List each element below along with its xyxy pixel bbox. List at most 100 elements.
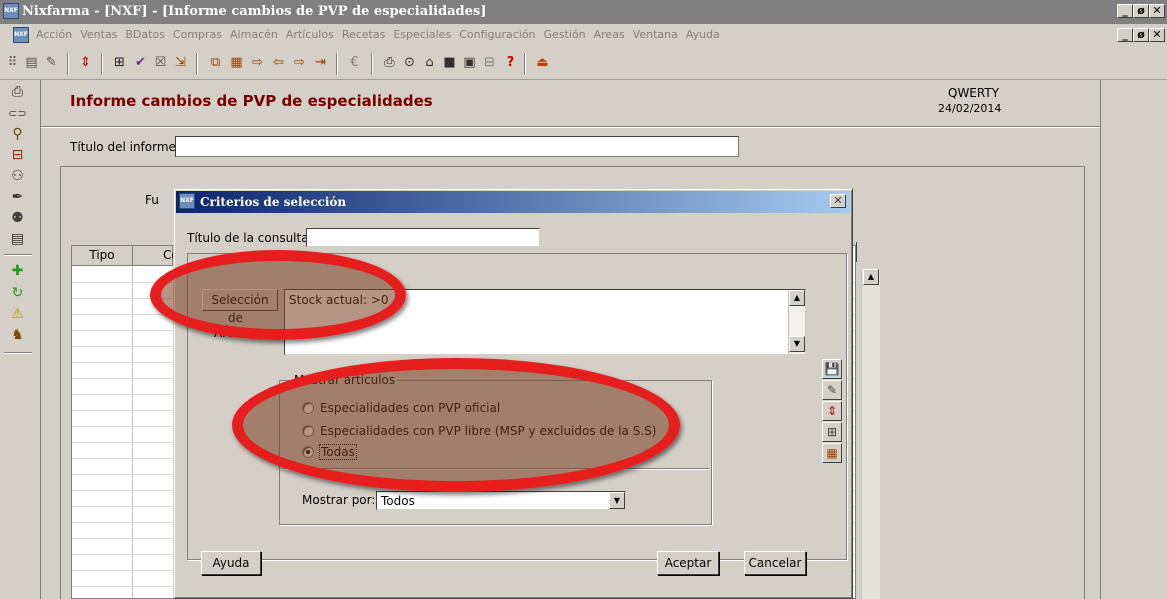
- link-icon[interactable]: ⊂⊃: [8, 105, 26, 122]
- main-toolbar: ⠿ ▤ ✎ ⇕ ⊞ ✔ ☒ ⇲ ⧉ ▦ ⇨ ⇦ ⇨ ⇥ € ⎙ ⊙ ⌂ ■ ▣ …: [0, 46, 1167, 80]
- toolbar-separator: [101, 53, 103, 75]
- accept-button[interactable]: Aceptar: [657, 551, 719, 575]
- radio-button[interactable]: [302, 425, 314, 437]
- user-search-icon[interactable]: ⚲: [9, 126, 26, 143]
- import-icon[interactable]: ⇥: [312, 55, 329, 71]
- criteria-dialog: NXF Criterios de selección ✕ Título de l…: [173, 188, 853, 599]
- show-articles-divider: [284, 468, 709, 470]
- child-close-button[interactable]: ✕: [1149, 28, 1165, 42]
- restore-button[interactable]: ø: [1133, 4, 1149, 18]
- search-icon[interactable]: ⊙: [401, 55, 418, 71]
- resize-icon[interactable]: ⇕: [822, 401, 842, 421]
- home-icon[interactable]: ⌂: [421, 55, 438, 71]
- menu-gestion[interactable]: Gestión: [544, 28, 586, 41]
- cart-icon[interactable]: ⊟: [9, 147, 26, 164]
- menu-accion[interactable]: Acción: [36, 28, 72, 41]
- column-header-tipo[interactable]: Tipo: [72, 246, 133, 266]
- printer-icon[interactable]: ⎙: [9, 84, 26, 101]
- edit-note-icon[interactable]: ✎: [43, 55, 60, 71]
- cancel-button[interactable]: Cancelar: [744, 551, 806, 575]
- resize-icon[interactable]: ⇕: [77, 55, 94, 71]
- criteria-scroll-down[interactable]: ▼: [789, 336, 805, 352]
- radio-label: Especialidades con PVP oficial: [320, 401, 501, 415]
- menu-almacen[interactable]: Almacén: [230, 28, 278, 41]
- window-icon[interactable]: ☒: [152, 55, 169, 71]
- results-scrollbar[interactable]: ▲: [861, 269, 880, 599]
- minimize-button[interactable]: _: [1117, 4, 1133, 18]
- menu-ventas[interactable]: Ventas: [80, 28, 117, 41]
- criteria-textbox[interactable]: Stock actual: >0 ▲ ▼: [284, 289, 806, 355]
- scroll-up-button[interactable]: ▲: [863, 269, 879, 285]
- report-icon[interactable]: ✔: [132, 55, 149, 71]
- child-restore-button[interactable]: ø: [1133, 28, 1149, 42]
- copy-icon[interactable]: ⧉: [207, 55, 224, 71]
- child-minimize-button[interactable]: _: [1117, 28, 1133, 42]
- refresh-icon[interactable]: ↻: [9, 285, 26, 302]
- printer-icon[interactable]: ⎙: [381, 55, 398, 71]
- chevron-down-icon[interactable]: ▼: [609, 492, 625, 509]
- selection-button[interactable]: Selección: [202, 289, 278, 311]
- radio-pvp-libre[interactable]: Especialidades con PVP libre (MSP y excl…: [302, 424, 656, 438]
- menu-bar: NXF Acción Ventas BDatos Compras Almacén…: [0, 24, 1167, 46]
- dialog-title-bar[interactable]: NXF Criterios de selección ✕: [176, 191, 850, 213]
- menu-ventana[interactable]: Ventana: [633, 28, 678, 41]
- close-button[interactable]: ✕: [1149, 4, 1165, 18]
- menu-especiales[interactable]: Especiales: [393, 28, 451, 41]
- search-list-icon[interactable]: ⊞: [822, 422, 842, 442]
- view-icon[interactable]: ▣: [461, 55, 478, 71]
- menu-configuracion[interactable]: Configuración: [459, 28, 535, 41]
- menu-areas[interactable]: Areas: [594, 28, 625, 41]
- warning-icon[interactable]: ⚠: [9, 306, 26, 323]
- exit-icon[interactable]: ⇲: [172, 55, 189, 71]
- edit-icon[interactable]: ▤: [23, 55, 40, 71]
- help-icon[interactable]: ?: [502, 55, 519, 71]
- nixfarma-window: NXF Nixfarma - [NXF] - [Informe cambios …: [0, 0, 1167, 599]
- stop-icon[interactable]: ■: [441, 55, 458, 71]
- cart-icon[interactable]: ⊟: [481, 55, 498, 71]
- radio-todas[interactable]: Todas: [302, 444, 357, 460]
- left-toolbar: ⎙ ⊂⊃ ⚲ ⊟ ⚇ ✒ ⚉ ▤ ✚ ↻ ⚠ ♞: [0, 80, 34, 599]
- person-icon[interactable]: ♞: [9, 327, 26, 344]
- add-icon[interactable]: ✚: [9, 263, 26, 280]
- pen-icon[interactable]: ✒: [9, 189, 26, 206]
- query-title-input[interactable]: [306, 228, 540, 247]
- right-margin: [1100, 80, 1167, 599]
- people-icon[interactable]: ⚇: [9, 168, 26, 185]
- column-header-co[interactable]: Co: [133, 246, 179, 266]
- radio-button[interactable]: [302, 402, 314, 414]
- criteria-scrollbar[interactable]: ▲ ▼: [788, 290, 805, 354]
- list-icon[interactable]: ⠿: [4, 55, 21, 71]
- calc-icon[interactable]: ▦: [228, 55, 245, 71]
- menu-compras[interactable]: Compras: [173, 28, 222, 41]
- back-icon[interactable]: ⇦: [270, 55, 287, 71]
- selection-label-articulos: Artíc...: [214, 326, 254, 340]
- euro-icon[interactable]: €: [346, 55, 363, 71]
- menu-ayuda[interactable]: Ayuda: [686, 28, 720, 41]
- show-articles-legend: Mostrar artículos: [292, 373, 398, 387]
- app-menu-icon[interactable]: NXF: [13, 27, 29, 43]
- binoculars-icon[interactable]: ⊞: [111, 55, 128, 71]
- dialog-close-button[interactable]: ✕: [830, 194, 846, 208]
- toolbar-separator: [371, 53, 373, 75]
- left-toolbar-separator: [4, 254, 32, 256]
- save-icon[interactable]: 💾: [822, 359, 842, 379]
- upload-icon[interactable]: ⏏: [534, 55, 551, 71]
- show-by-select[interactable]: Todos ▼: [376, 491, 626, 510]
- toolbar-separator: [196, 53, 198, 75]
- radio-button-selected[interactable]: [302, 446, 314, 458]
- monitor-icon[interactable]: ▤: [9, 231, 26, 248]
- menu-recetas[interactable]: Recetas: [342, 28, 386, 41]
- criteria-scroll-up[interactable]: ▲: [789, 290, 805, 306]
- export-icon[interactable]: ▦: [822, 443, 842, 463]
- menu-bdatos[interactable]: BDatos: [125, 28, 165, 41]
- report-title-input[interactable]: [175, 136, 739, 157]
- menu-articulos[interactable]: Artículos: [286, 28, 334, 41]
- edit-criteria-icon[interactable]: ✎: [822, 380, 842, 400]
- next-icon[interactable]: ⇨: [249, 55, 266, 71]
- forward-icon[interactable]: ⇨: [291, 55, 308, 71]
- help-button[interactable]: Ayuda: [201, 551, 261, 575]
- radio-pvp-oficial[interactable]: Especialidades con PVP oficial: [302, 401, 500, 415]
- users-icon[interactable]: ⚉: [9, 210, 26, 227]
- toolbar-separator: [336, 53, 338, 75]
- criteria-text: Stock actual: >0: [289, 293, 389, 307]
